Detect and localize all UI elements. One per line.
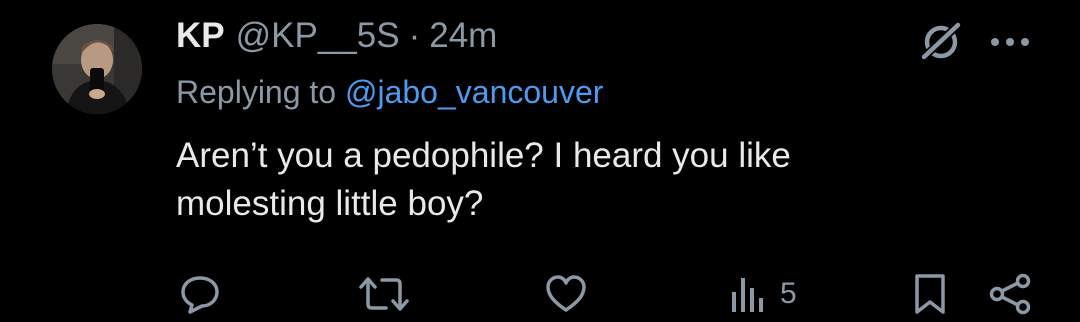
heart-icon <box>546 275 586 312</box>
views-icon <box>732 278 763 312</box>
display-name[interactable]: KP <box>176 16 225 56</box>
replying-label: Replying to <box>176 74 345 110</box>
bookmark-button[interactable] <box>912 274 948 314</box>
share-button[interactable] <box>988 273 1032 315</box>
replying-mention-link[interactable]: @jabo_vancouver <box>345 74 603 110</box>
tweet-text-line: molesting little boy? <box>176 184 484 223</box>
views-count: 5 <box>780 277 797 310</box>
avatar[interactable] <box>52 24 142 114</box>
tweet-timestamp[interactable]: 24m <box>429 16 497 56</box>
bookmark-icon <box>915 274 945 314</box>
tweet: KP @KP__5S · 24m Replying to @jabo_vanco… <box>0 0 1080 321</box>
tweet-text-line: Aren’t you a pedophile? I heard you like <box>176 136 791 175</box>
header-separator: · <box>408 16 421 55</box>
share-icon <box>989 273 1031 315</box>
retweet-icon <box>359 277 409 311</box>
reply-button[interactable] <box>178 274 222 314</box>
more-icon[interactable] <box>990 34 1030 46</box>
retweet-button[interactable] <box>358 274 410 314</box>
replying-to: Replying to @jabo_vancouver <box>176 74 603 111</box>
tweet-header: KP @KP__5S · 24m <box>176 16 497 60</box>
action-bar: 5 <box>0 262 1080 322</box>
views-button[interactable]: 5 <box>730 274 797 314</box>
like-button[interactable] <box>544 274 588 314</box>
grok-icon[interactable] <box>917 18 965 64</box>
tweet-text: Aren’t you a pedophile? I heard you like… <box>176 132 996 228</box>
reply-icon <box>181 276 219 314</box>
user-handle[interactable]: @KP__5S <box>236 16 400 56</box>
